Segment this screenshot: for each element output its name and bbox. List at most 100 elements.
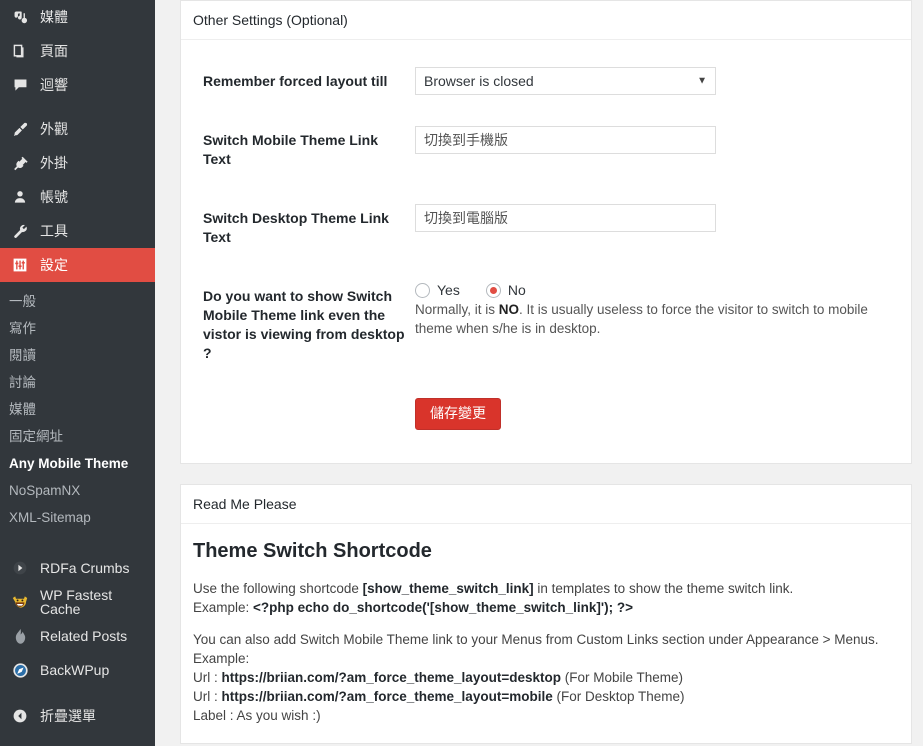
readme-paragraph-2: You can also add Switch Mobile Theme lin… xyxy=(193,630,899,725)
sidebar-item-label: 頁面 xyxy=(40,42,68,59)
submenu-item-writing[interactable]: 寫作 xyxy=(0,315,155,342)
table-row: Remember forced layout till Browser is c… xyxy=(193,52,899,111)
sidebar-item-rdfa-crumbs[interactable]: RDFa Crumbs xyxy=(0,551,155,585)
shortcode-token: [show_theme_switch_link] xyxy=(362,580,534,596)
appearance-brush-icon xyxy=(9,119,31,139)
desktop-link-text-input[interactable] xyxy=(415,204,716,232)
backwpup-icon xyxy=(9,660,31,680)
sidebar-item-label: 外觀 xyxy=(40,120,68,137)
pages-icon xyxy=(9,41,31,61)
tools-wrench-icon xyxy=(9,221,31,241)
submenu-item-any-mobile-theme[interactable]: Any Mobile Theme xyxy=(0,450,155,477)
sidebar-item-pages[interactable]: 頁面 xyxy=(0,34,155,68)
submenu-item-reading[interactable]: 閱讀 xyxy=(0,342,155,369)
readme-heading: Theme Switch Shortcode xyxy=(193,539,432,562)
submenu-item-permalinks[interactable]: 固定網址 xyxy=(0,423,155,450)
sidebar-item-settings[interactable]: 設定 xyxy=(0,248,163,282)
url-row-1-url: https://briian.com/?am_force_theme_layou… xyxy=(221,669,561,685)
remember-layout-select[interactable]: Browser is closed xyxy=(415,67,716,95)
sidebar-item-label: 帳號 xyxy=(40,188,68,205)
example-php-code: <?php echo do_shortcode('[show_theme_swi… xyxy=(253,599,634,615)
mobile-link-text-input[interactable] xyxy=(415,126,716,154)
show-switch-desktop-label: Do you want to show Switch Mobile Theme … xyxy=(203,288,405,361)
desc-part-1: Normally, it is xyxy=(415,302,499,317)
sidebar-item-label: 折疊選單 xyxy=(40,707,96,724)
readme-panel-title: Read Me Please xyxy=(181,485,911,524)
remember-layout-select-wrap: Browser is closed ▼ xyxy=(415,67,716,95)
sidebar-item-label: 工具 xyxy=(40,222,68,239)
users-icon xyxy=(9,187,31,207)
sidebar-item-label: 設定 xyxy=(40,256,68,273)
submenu-item-nospamnx[interactable]: NoSpamNX xyxy=(0,477,155,504)
remember-layout-field: Browser is closed ▼ xyxy=(415,52,899,111)
settings-form: Remember forced layout till Browser is c… xyxy=(181,40,911,463)
readme-body: Theme Switch Shortcode Use the following… xyxy=(181,524,911,743)
url-row-2-suffix: (For Desktop Theme) xyxy=(552,688,685,704)
sidebar-divider-2 xyxy=(0,539,155,551)
sidebar-item-users[interactable]: 帳號 xyxy=(0,180,155,214)
radio-label: Yes xyxy=(437,282,460,298)
table-row: Switch Desktop Theme Link Text xyxy=(193,189,899,267)
radio-group: Yes No xyxy=(415,282,889,298)
submenu-item-xml-sitemap[interactable]: XML-Sitemap xyxy=(0,504,155,531)
read-me-panel: Read Me Please Theme Switch Shortcode Us… xyxy=(180,483,912,744)
url-row-2-url: https://briian.com/?am_force_theme_layou… xyxy=(221,688,553,704)
comments-icon xyxy=(9,75,31,95)
sidebar-item-plugins[interactable]: 外掛 xyxy=(0,146,155,180)
sidebar-item-label: Related Posts xyxy=(40,627,128,644)
settings-submenu: 一般 寫作 閱讀 討論 媒體 固定網址 Any Mobile Theme NoS… xyxy=(0,282,155,539)
admin-sidebar: 媒體 頁面 迴響 外觀 外掛 帳號 工具 設定 一般 寫作 閱讀 討論 媒體 固… xyxy=(0,0,163,746)
settings-sliders-icon xyxy=(9,255,31,275)
label-row: Label : As you wish :) xyxy=(193,707,321,723)
sidebar-item-collapse-menu[interactable]: 折疊選單 xyxy=(0,699,155,733)
submenu-item-general[interactable]: 一般 xyxy=(0,288,155,315)
sidebar-item-related-posts[interactable]: Related Posts xyxy=(0,619,155,653)
related-posts-flame-icon xyxy=(9,626,31,646)
sidebar-item-label: BackWPup xyxy=(40,661,110,678)
desktop-link-text-field xyxy=(415,189,899,267)
collapse-arrow-icon xyxy=(9,706,31,726)
wordpress-admin-screen: 媒體 頁面 迴響 外觀 外掛 帳號 工具 設定 一般 寫作 閱讀 討論 媒體 固… xyxy=(0,0,923,746)
main-content: Other Settings (Optional) Remember force… xyxy=(155,0,923,746)
show-switch-desktop-description: Normally, it is NO. It is usually useles… xyxy=(415,300,889,338)
sidebar-item-media[interactable]: 媒體 xyxy=(0,0,155,34)
shortcode-line-suffix: in templates to show the theme switch li… xyxy=(533,580,794,596)
example-line-prefix: Example: xyxy=(193,599,254,615)
radio-label: No xyxy=(507,282,526,298)
sidebar-item-wp-fastest-cache[interactable]: WP Fastest Cache xyxy=(0,585,155,619)
submenu-item-media[interactable]: 媒體 xyxy=(0,396,155,423)
submenu-item-discussion[interactable]: 討論 xyxy=(0,369,155,396)
panel-title: Other Settings (Optional) xyxy=(181,1,911,40)
other-settings-panel: Other Settings (Optional) Remember force… xyxy=(180,0,912,464)
submit-spacer xyxy=(193,383,415,445)
submit-cell: 儲存變更 xyxy=(415,383,899,445)
sidebar-divider xyxy=(0,102,155,112)
sidebar-item-appearance[interactable]: 外觀 xyxy=(0,112,155,146)
remember-layout-label: Remember forced layout till xyxy=(203,73,388,89)
table-row: 儲存變更 xyxy=(193,383,899,445)
sidebar-divider-3 xyxy=(0,687,155,699)
desktop-link-text-label: Switch Desktop Theme Link Text xyxy=(203,210,389,245)
mobile-link-text-label: Switch Mobile Theme Link Text xyxy=(203,132,379,167)
sidebar-item-tools[interactable]: 工具 xyxy=(0,214,155,248)
sidebar-item-backwpup[interactable]: BackWPup xyxy=(0,653,155,687)
table-row: Do you want to show Switch Mobile Theme … xyxy=(193,267,899,383)
url-row-1-suffix: (For Mobile Theme) xyxy=(560,669,684,685)
save-changes-button[interactable]: 儲存變更 xyxy=(415,398,501,430)
show-switch-desktop-field: Yes No Normally, it is NO. It is usually… xyxy=(415,267,899,383)
mobile-link-text-field xyxy=(415,111,899,189)
radio-option-no[interactable]: No xyxy=(485,282,526,298)
url-row-1-prefix: Url : xyxy=(193,669,222,685)
example-label: Example: xyxy=(193,650,250,666)
media-icon xyxy=(9,7,31,27)
radio-option-yes[interactable]: Yes xyxy=(415,282,460,298)
menus-instruction-line: You can also add Switch Mobile Theme lin… xyxy=(193,631,879,647)
plugins-plug-icon xyxy=(9,153,31,173)
radio-indicator xyxy=(485,282,501,298)
readme-paragraph-1: Use the following shortcode [show_theme_… xyxy=(193,579,899,617)
sidebar-item-comments[interactable]: 迴響 xyxy=(0,68,155,102)
url-row-2-prefix: Url : xyxy=(193,688,222,704)
sidebar-item-label: RDFa Crumbs xyxy=(40,559,130,576)
rdfa-crumbs-icon xyxy=(9,558,31,578)
sidebar-item-label: WP Fastest Cache xyxy=(40,586,113,617)
